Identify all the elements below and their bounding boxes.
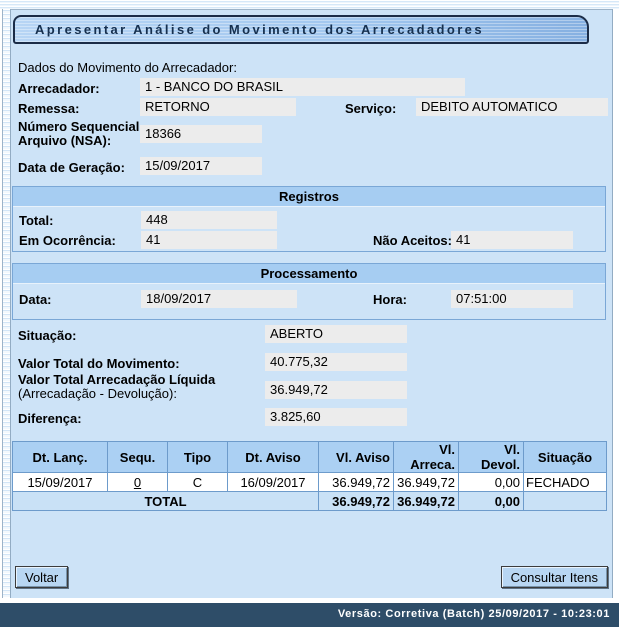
total-field: 448	[141, 211, 277, 229]
version-text: Versão: Corretiva (Batch) 25/09/2017 - 1…	[338, 608, 610, 620]
page-title-bar: Apresentar Análise do Movimento dos Arre…	[13, 15, 589, 44]
page-title: Apresentar Análise do Movimento dos Arre…	[35, 22, 484, 37]
proc-data-field: 18/09/2017	[141, 290, 297, 308]
total-vl-aviso: 36.949,72	[319, 492, 394, 511]
col-header-dt-aviso: Dt. Aviso	[228, 442, 319, 473]
data-geracao-field: 15/09/2017	[140, 157, 262, 175]
valor-liquida-label: Valor Total Arrecadação Líquida (Arrecad…	[18, 373, 215, 401]
total-vl-devol: 0,00	[459, 492, 524, 511]
diferenca-field: 3.825,60	[265, 408, 407, 426]
situacao-label: Situação:	[18, 329, 77, 343]
col-header-vl-aviso: Vl. Aviso	[319, 442, 394, 473]
registros-section-header: Registros	[13, 187, 605, 207]
cell-vl-aviso: 36.949,72	[319, 473, 394, 492]
nao-aceitos-field: 41	[451, 231, 573, 249]
col-header-vl-arreca: Vl. Arreca.	[394, 442, 459, 473]
arrecadador-label: Arrecadador:	[18, 82, 100, 96]
cell-dt-aviso: 16/09/2017	[228, 473, 319, 492]
total-vl-arreca: 36.949,72	[394, 492, 459, 511]
form-section-label: Dados do Movimento do Arrecadador:	[18, 61, 237, 75]
processamento-section: Processamento Data: 18/09/2017 Hora: 07:…	[12, 263, 606, 320]
cell-vl-arreca: 36.949,72	[394, 473, 459, 492]
movements-table: Dt. Lanç. Sequ. Tipo Dt. Aviso Vl. Aviso…	[12, 441, 607, 511]
col-header-sequ: Sequ.	[108, 442, 168, 473]
situacao-field: ABERTO	[265, 325, 407, 343]
voltar-button[interactable]: Voltar	[15, 566, 68, 588]
valor-movimento-label: Valor Total do Movimento:	[18, 357, 180, 371]
col-header-vl-devol: Vl. Devol.	[459, 442, 524, 473]
cell-dt-lanc: 15/09/2017	[13, 473, 108, 492]
proc-data-label: Data:	[19, 293, 52, 307]
cell-sequ: 0	[108, 473, 168, 492]
sequ-link[interactable]: 0	[131, 475, 144, 490]
em-ocorrencia-label: Em Ocorrência:	[19, 234, 116, 248]
version-status-bar: Versão: Corretiva (Batch) 25/09/2017 - 1…	[0, 603, 619, 627]
proc-hora-label: Hora:	[373, 293, 407, 307]
processamento-section-header: Processamento	[13, 264, 605, 284]
nsa-field: 18366	[140, 125, 262, 143]
remessa-field: RETORNO	[140, 98, 296, 116]
valor-liquida-field: 36.949,72	[265, 381, 407, 399]
window-frame-left	[0, 9, 11, 598]
servico-label: Serviço:	[345, 102, 396, 116]
cell-tipo: C	[168, 473, 228, 492]
consultar-itens-button[interactable]: Consultar Itens	[501, 566, 608, 588]
total-situacao-empty	[524, 492, 607, 511]
total-label: Total:	[19, 214, 53, 228]
table-header-row: Dt. Lanç. Sequ. Tipo Dt. Aviso Vl. Aviso…	[13, 442, 607, 473]
registros-section: Registros Total: 448 Em Ocorrência: 41 N…	[12, 186, 606, 252]
window-frame-top	[0, 0, 619, 9]
col-header-tipo: Tipo	[168, 442, 228, 473]
cell-situacao: FECHADO	[524, 473, 607, 492]
servico-field: DEBITO AUTOMATICO	[416, 98, 608, 116]
col-header-situacao: Situação	[524, 442, 607, 473]
diferenca-label: Diferença:	[18, 412, 82, 426]
valor-movimento-field: 40.775,32	[265, 353, 407, 371]
data-geracao-label: Data de Geração:	[18, 161, 125, 175]
table-row: 15/09/2017 0 C 16/09/2017 36.949,72 36.9…	[13, 473, 607, 492]
cell-vl-devol: 0,00	[459, 473, 524, 492]
total-row-label: TOTAL	[13, 492, 319, 511]
em-ocorrencia-field: 41	[141, 231, 277, 249]
arrecadador-field: 1 - BANCO DO BRASIL	[140, 78, 465, 96]
window-frame-right	[612, 9, 619, 598]
nsa-label: Número Sequencial Arquivo (NSA):	[18, 120, 139, 148]
proc-hora-field: 07:51:00	[451, 290, 573, 308]
remessa-label: Remessa:	[18, 102, 79, 116]
col-header-dt-lanc: Dt. Lanç.	[13, 442, 108, 473]
nao-aceitos-label: Não Aceitos:	[373, 234, 452, 248]
main-content: Apresentar Análise do Movimento dos Arre…	[11, 9, 612, 598]
table-total-row: TOTAL 36.949,72 36.949,72 0,00	[13, 492, 607, 511]
application-window: Apresentar Análise do Movimento dos Arre…	[0, 0, 619, 627]
